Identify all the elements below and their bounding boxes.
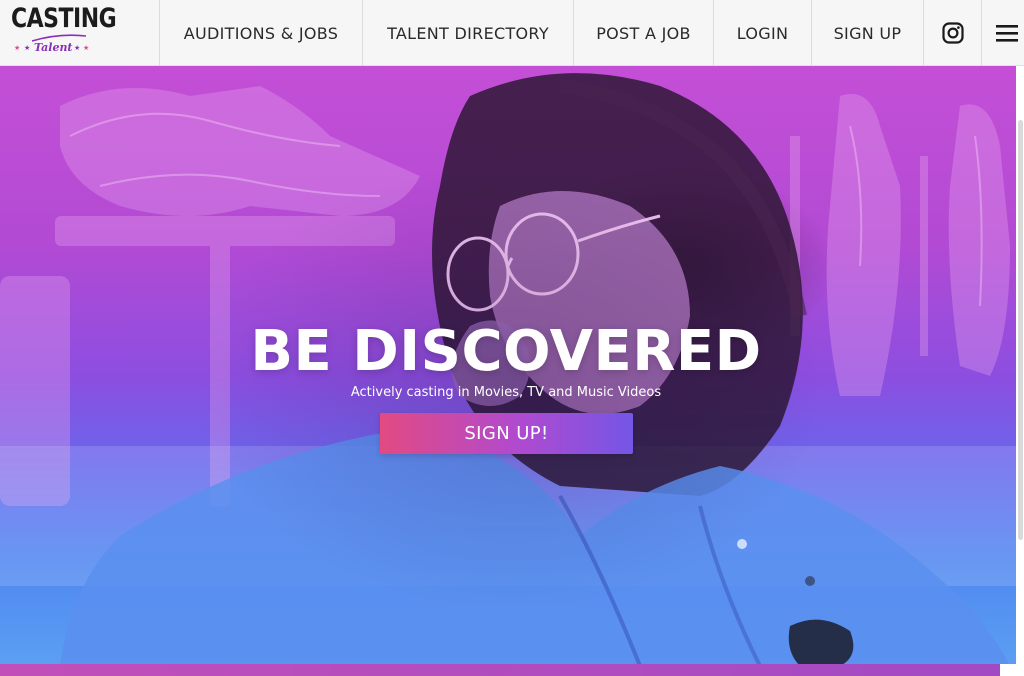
- hero-subtitle: Actively casting in Movies, TV and Music…: [350, 385, 662, 400]
- svg-text:★: ★: [24, 44, 30, 52]
- instagram-link[interactable]: [924, 0, 982, 66]
- casting-talent-logo[interactable]: CASTING Talent ★ ★ ★ ★: [0, 0, 160, 66]
- instagram-icon: [941, 22, 964, 44]
- main-navigation: AUDITIONS & JOBS TALENT DIRECTORY POST A…: [160, 0, 1022, 66]
- hero-section: BE DISCOVERED Actively casting in Movies…: [0, 66, 1024, 666]
- section-divider-bar: [0, 664, 1000, 676]
- bottom-edge: [1000, 664, 1024, 676]
- nav-sign-up[interactable]: SIGN UP: [812, 0, 924, 66]
- nav-login[interactable]: LOGIN: [714, 0, 812, 66]
- site-header: CASTING Talent ★ ★ ★ ★ AUDITIONS & JOBS …: [0, 0, 1024, 66]
- nav-post-a-job[interactable]: POST A JOB: [574, 0, 714, 66]
- svg-text:★: ★: [83, 44, 89, 52]
- hero-signup-button[interactable]: SIGN UP!: [380, 413, 633, 454]
- logo-stars-icon: ★ ★ ★ ★: [14, 44, 89, 52]
- menu-icon: [996, 25, 1018, 42]
- hamburger-menu-button[interactable]: [982, 0, 1022, 66]
- svg-text:★: ★: [14, 44, 20, 52]
- nav-talent-directory[interactable]: TALENT DIRECTORY: [363, 0, 574, 66]
- hero-title: BE DISCOVERED: [250, 319, 762, 384]
- nav-auditions-jobs[interactable]: AUDITIONS & JOBS: [160, 0, 363, 66]
- scrollbar-thumb[interactable]: [1018, 120, 1023, 540]
- svg-text:★: ★: [74, 44, 80, 52]
- logo-wordmark: CASTING: [11, 4, 117, 35]
